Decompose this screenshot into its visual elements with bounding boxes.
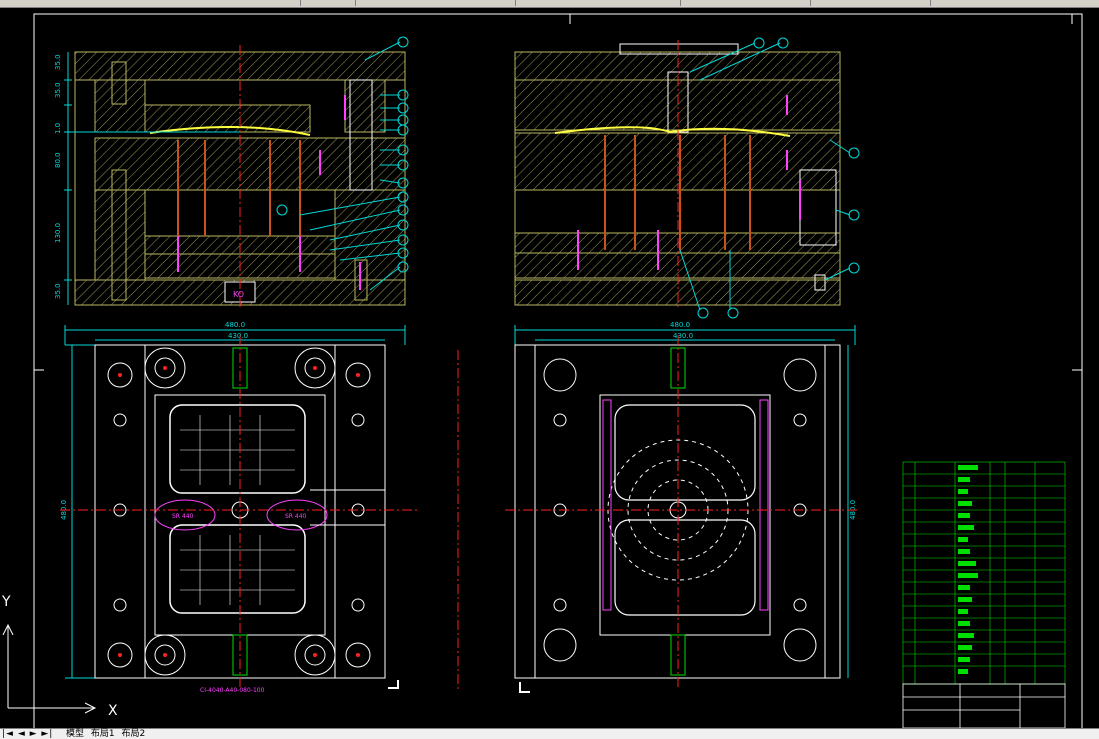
toolbar-segment[interactable] [355, 0, 516, 6]
vdim-4: 80.0 [54, 152, 62, 168]
cad-toolbar [0, 0, 1099, 8]
title-block [902, 683, 1066, 729]
layout-tab-bar: |◄ ◄ ► ►| 模型 布局1 布局2 [0, 728, 1099, 739]
bom-table [902, 461, 1066, 685]
vdim-3: 1.0 [54, 123, 62, 134]
drawing-canvas[interactable]: KO 35.0 35.0 1.0 80.0 130.0 35.0 480.0 4… [0, 8, 1099, 739]
toolbar-segment[interactable] [0, 0, 301, 6]
vdim-6: 35.0 [54, 283, 62, 299]
ucs-y-label: Y [1, 594, 11, 610]
ucs-x-label: X [108, 703, 118, 719]
dim-width-inner-left: 430.0 [228, 332, 248, 340]
bom-fill [958, 465, 978, 674]
toolbar-segment[interactable] [300, 0, 356, 6]
plan-view-left: 480.0 430.0 480.0 SR 440 SR 440 CI-4040-… [60, 321, 420, 694]
section-view-right [514, 37, 860, 319]
dim-width-outer-left: 480.0 [225, 321, 245, 329]
toolbar-segment[interactable] [810, 0, 931, 6]
section-view-left: KO 35.0 35.0 1.0 80.0 130.0 35.0 [54, 36, 409, 310]
dim-width-outer-right: 480.0 [670, 321, 690, 329]
toolbar-segment[interactable] [515, 0, 681, 6]
plan-view-right: 480.0 430.0 480.0 [457, 321, 860, 693]
sr-note-left: SR 440 [172, 513, 194, 520]
vdim-1: 35.0 [54, 54, 62, 70]
vdim-2: 35.0 [54, 82, 62, 98]
toolbar-segment[interactable] [680, 0, 811, 6]
sr-note-right: SR 440 [285, 513, 307, 520]
dim-width-inner-right: 430.0 [673, 332, 693, 340]
spec-note: CI-4040-A40-080-100 [200, 687, 265, 694]
vdim-5: 130.0 [54, 223, 62, 243]
ucs-icon [2, 623, 97, 714]
ko-label: KO [233, 290, 244, 299]
